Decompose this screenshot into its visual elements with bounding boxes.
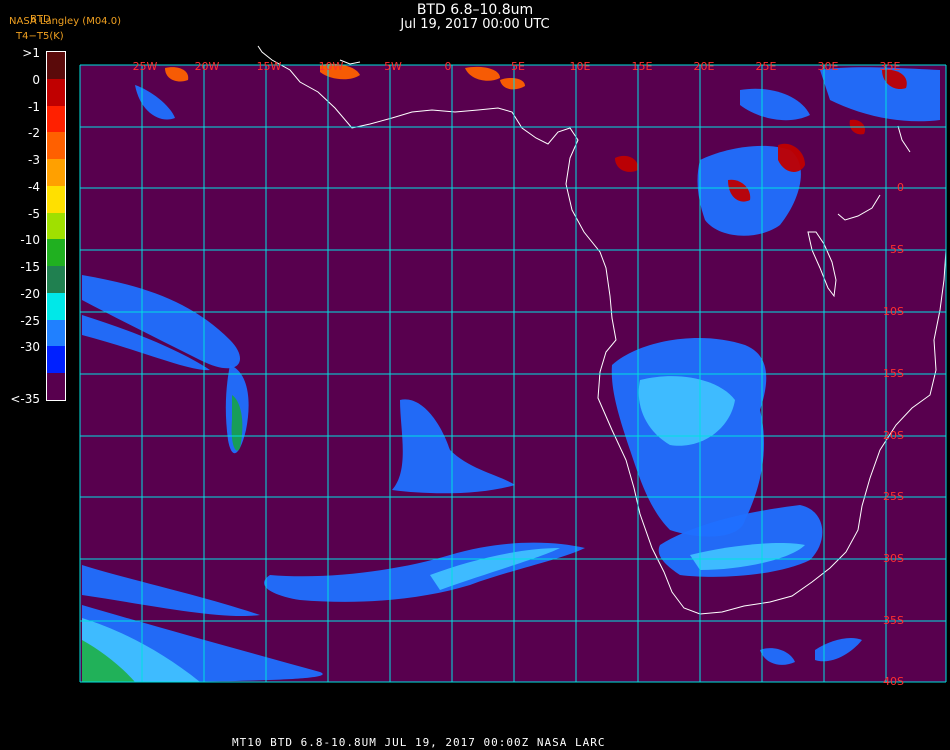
longitude-label: 10W — [319, 60, 344, 73]
longitude-label: 25E — [756, 60, 777, 73]
latitude-label: 10S — [883, 305, 904, 318]
latitude-label: 15S — [883, 367, 904, 380]
latitude-label: 40S — [883, 675, 904, 688]
footer-caption: MT10 BTD 6.8-10.8UM JUL 19, 2017 00:00Z … — [232, 736, 606, 749]
latitude-label: 30S — [883, 552, 904, 565]
longitude-label: 10E — [570, 60, 591, 73]
latitude-label: 25S — [883, 490, 904, 503]
longitude-label: 20E — [694, 60, 715, 73]
latitude-label: 5S — [890, 243, 904, 256]
longitude-label: 5W — [384, 60, 402, 73]
latitude-label: 35S — [883, 614, 904, 627]
longitude-label: 5E — [511, 60, 525, 73]
longitude-label: 20W — [195, 60, 220, 73]
longitude-label: 0 — [445, 60, 452, 73]
satellite-map: 25W 20W 15W 10W 5W 0 5E 10E 15E 20E 25E 30E 35E 0 5S 1… — [79, 45, 947, 688]
longitude-label: 15W — [257, 60, 282, 73]
latitude-label: 0 — [897, 181, 904, 194]
latitude-label: 20S — [883, 429, 904, 442]
longitude-label: 35E — [880, 60, 901, 73]
longitude-label: 15E — [632, 60, 653, 73]
longitude-label: 25W — [133, 60, 158, 73]
longitude-label: 30E — [818, 60, 839, 73]
